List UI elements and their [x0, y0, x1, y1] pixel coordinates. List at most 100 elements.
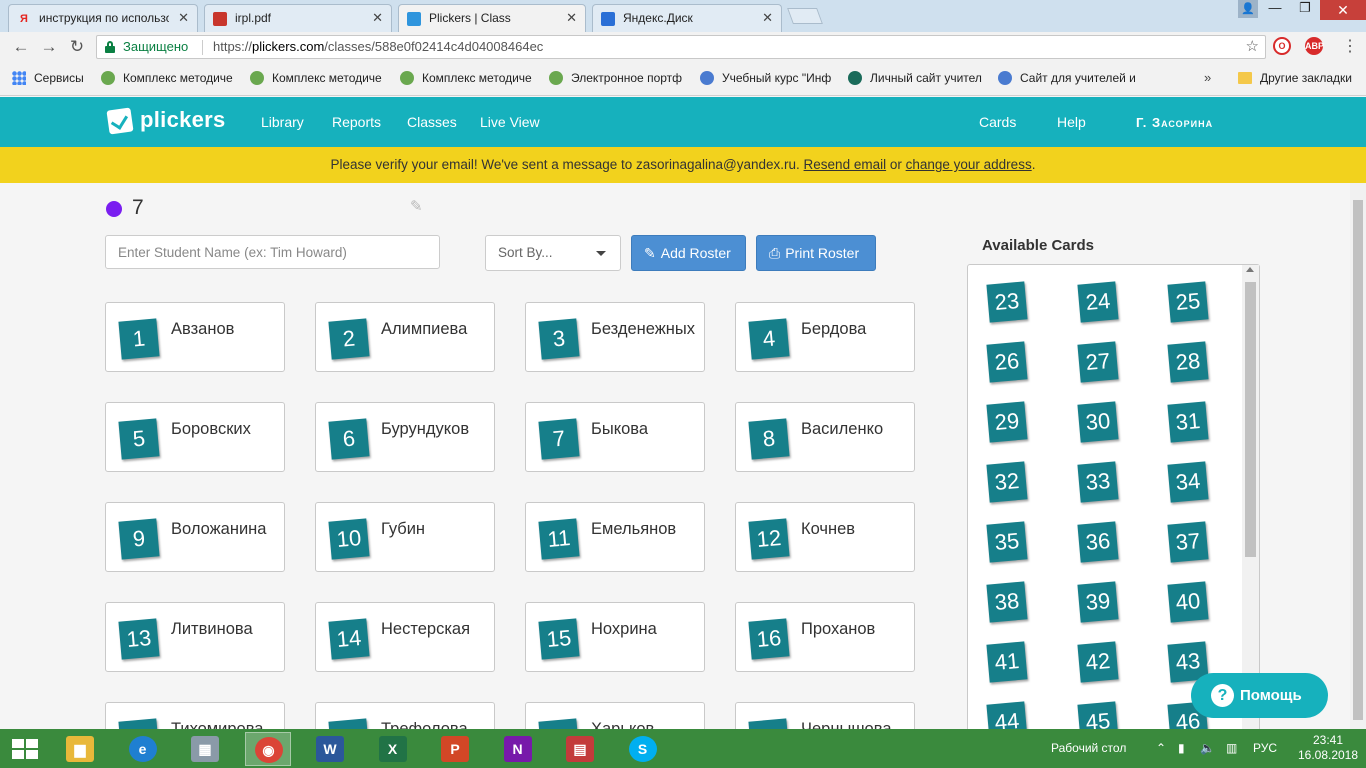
- taskbar-ie[interactable]: e: [120, 732, 166, 766]
- address-bar[interactable]: Защищено https://plickers.com/classes/58…: [96, 35, 1266, 59]
- student-card[interactable]: 12 Кочнев: [735, 502, 915, 572]
- back-arrow-icon[interactable]: ←: [10, 36, 32, 58]
- tray-expand-icon[interactable]: ⌃: [1156, 741, 1166, 755]
- available-card[interactable]: 38: [986, 581, 1028, 623]
- taskbar-onenote[interactable]: N: [495, 732, 541, 766]
- edit-pencil-icon[interactable]: ✎: [410, 197, 423, 215]
- scroll-up-arrow-icon[interactable]: [1246, 267, 1254, 272]
- bookmark-item[interactable]: Сервисы: [12, 71, 84, 85]
- tab-close-icon[interactable]: ✕: [178, 10, 189, 26]
- taskbar-pdf-tool[interactable]: ▤: [557, 732, 603, 766]
- minimize-button[interactable]: —: [1260, 0, 1290, 20]
- student-card[interactable]: 2 Алимпиева: [315, 302, 495, 372]
- student-search-input[interactable]: [105, 235, 440, 269]
- student-card[interactable]: 3 Безденежных: [525, 302, 705, 372]
- forward-arrow-icon[interactable]: →: [38, 36, 60, 58]
- menu-dots-icon[interactable]: ⋮: [1342, 36, 1358, 56]
- student-card[interactable]: 9 Воложанина: [105, 502, 285, 572]
- close-window-button[interactable]: ✕: [1320, 0, 1366, 20]
- student-card[interactable]: 11 Емельянов: [525, 502, 705, 572]
- available-card[interactable]: 39: [1077, 581, 1119, 623]
- reload-icon[interactable]: ↻: [66, 36, 88, 58]
- volume-icon[interactable]: 🔈: [1200, 741, 1215, 755]
- student-card[interactable]: 16 Проханов: [735, 602, 915, 672]
- new-tab-button[interactable]: [787, 8, 823, 24]
- taskbar-word[interactable]: W: [307, 732, 353, 766]
- tab-close-icon[interactable]: ✕: [372, 10, 383, 26]
- battery-icon[interactable]: ▮: [1178, 741, 1185, 755]
- student-card[interactable]: 5 Боровских: [105, 402, 285, 472]
- available-card[interactable]: 28: [1167, 341, 1209, 383]
- available-card[interactable]: 42: [1077, 641, 1119, 683]
- student-card[interactable]: 13 Литвинова: [105, 602, 285, 672]
- browser-tab[interactable]: Яинструкция по использо ✕: [8, 4, 198, 32]
- network-icon[interactable]: ▥: [1226, 741, 1237, 755]
- user-menu[interactable]: Г. Засорина: [1136, 115, 1213, 130]
- student-card[interactable]: 7 Быкова: [525, 402, 705, 472]
- language-indicator[interactable]: РУС: [1253, 741, 1277, 755]
- adblock-extension-icon[interactable]: ABP: [1305, 37, 1324, 55]
- windows-start-icon[interactable]: [12, 739, 38, 759]
- bookmarks-overflow-chevron[interactable]: »: [1204, 70, 1211, 85]
- available-card[interactable]: 31: [1167, 401, 1209, 443]
- taskbar-excel[interactable]: X: [370, 732, 416, 766]
- bookmark-item[interactable]: Электронное портф: [549, 71, 682, 85]
- profile-icon[interactable]: 👤: [1238, 0, 1258, 18]
- available-card[interactable]: 32: [986, 461, 1028, 503]
- student-card[interactable]: 14 Нестерская: [315, 602, 495, 672]
- browser-tab[interactable]: Plickers | Class ✕: [398, 4, 586, 32]
- student-card[interactable]: 8 Василенко: [735, 402, 915, 472]
- print-roster-button[interactable]: ⎙ Print Roster: [756, 235, 876, 271]
- available-card[interactable]: 27: [1077, 341, 1119, 383]
- available-card[interactable]: 33: [1077, 461, 1119, 503]
- add-roster-button[interactable]: ✎ Add Roster: [631, 235, 746, 271]
- taskbar-powerpoint[interactable]: P: [432, 732, 478, 766]
- taskbar-explorer[interactable]: ▆: [57, 732, 103, 766]
- tab-close-icon[interactable]: ✕: [566, 10, 577, 26]
- tab-close-icon[interactable]: ✕: [762, 10, 773, 26]
- bookmark-item[interactable]: Личный сайт учител: [848, 71, 982, 85]
- taskbar-chrome[interactable]: ◉: [244, 732, 291, 766]
- available-card[interactable]: 34: [1167, 461, 1209, 503]
- nav-reports[interactable]: Reports: [332, 114, 381, 130]
- other-bookmarks-folder[interactable]: Другие закладки: [1238, 71, 1352, 85]
- available-card[interactable]: 40: [1167, 581, 1209, 623]
- browser-tab[interactable]: irpl.pdf ✕: [204, 4, 392, 32]
- available-cards-scroll-thumb[interactable]: [1245, 282, 1256, 557]
- available-card[interactable]: 29: [986, 401, 1028, 443]
- available-card[interactable]: 30: [1077, 401, 1119, 443]
- nav-classes[interactable]: Classes: [407, 114, 457, 130]
- opera-extension-icon[interactable]: O: [1273, 37, 1291, 55]
- bookmark-star-icon[interactable]: ☆: [1246, 36, 1259, 58]
- nav-live-view[interactable]: Live View: [480, 114, 540, 130]
- available-card[interactable]: 36: [1077, 521, 1119, 563]
- student-card[interactable]: 4 Бердова: [735, 302, 915, 372]
- browser-tab[interactable]: Яндекс.Диск ✕: [592, 4, 782, 32]
- available-card[interactable]: 35: [986, 521, 1028, 563]
- student-card[interactable]: 10 Губин: [315, 502, 495, 572]
- available-card[interactable]: 24: [1077, 281, 1119, 323]
- student-card[interactable]: 15 Нохрина: [525, 602, 705, 672]
- maximize-button[interactable]: ❐: [1290, 0, 1320, 20]
- desktop-toolbar-label[interactable]: Рабочий стол: [1051, 741, 1126, 755]
- bookmark-item[interactable]: Комплекс методиче: [400, 71, 532, 85]
- sort-by-select[interactable]: Sort By...: [485, 235, 621, 271]
- nav-library[interactable]: Library: [261, 114, 304, 130]
- student-card[interactable]: 1 Авзанов: [105, 302, 285, 372]
- student-card[interactable]: 6 Бурундуков: [315, 402, 495, 472]
- resend-email-link[interactable]: Resend email: [804, 157, 887, 172]
- page-scroll-thumb[interactable]: [1353, 200, 1363, 720]
- change-address-link[interactable]: change your address: [906, 157, 1032, 172]
- available-card[interactable]: 25: [1167, 281, 1209, 323]
- taskbar-skype[interactable]: S: [620, 732, 666, 766]
- help-button[interactable]: ? Помощь: [1191, 673, 1328, 718]
- nav-cards[interactable]: Cards: [979, 114, 1016, 130]
- bookmark-item[interactable]: Комплекс методиче: [101, 71, 233, 85]
- nav-help[interactable]: Help: [1057, 114, 1086, 130]
- bookmark-item[interactable]: Учебный курс "Инф: [700, 71, 831, 85]
- bookmark-item[interactable]: Комплекс методиче: [250, 71, 382, 85]
- available-card[interactable]: 37: [1167, 521, 1209, 563]
- available-card[interactable]: 41: [986, 641, 1028, 683]
- clock[interactable]: 23:41 16.08.2018: [1296, 733, 1360, 763]
- available-card[interactable]: 26: [986, 341, 1028, 383]
